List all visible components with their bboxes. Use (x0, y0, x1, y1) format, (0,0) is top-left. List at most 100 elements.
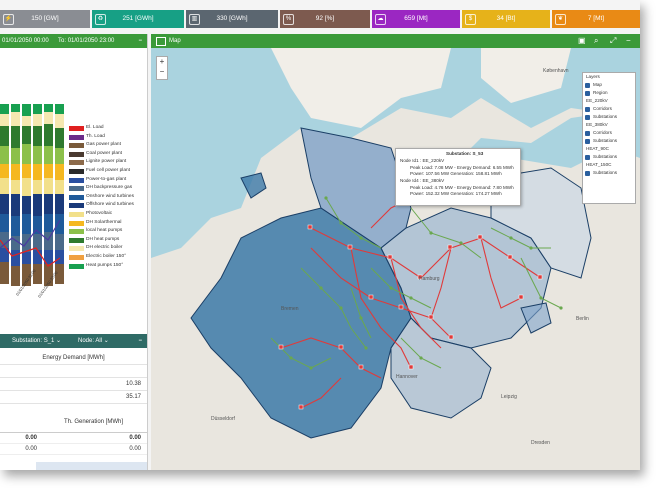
image-icon[interactable]: ▣ (578, 34, 586, 48)
chevron-down-icon[interactable]: ⌄ (56, 338, 61, 344)
layer-group: EE_220kV (586, 98, 608, 103)
kpi-tile[interactable]: ☁ 659 [Mt] (372, 10, 460, 28)
bar-segment (33, 234, 42, 250)
legend-item[interactable]: DH Solarthermal (68, 219, 146, 228)
bar-segment (55, 104, 64, 114)
map-icon (156, 37, 166, 46)
kpi-value: 330 [GWh] (216, 15, 248, 22)
bar-segment (22, 116, 31, 126)
bar-segment (0, 146, 9, 164)
collapse-button[interactable]: − (138, 34, 142, 48)
layer-checkbox[interactable]: Map (583, 81, 635, 89)
legend-item[interactable]: Onshore wind turbines (68, 193, 146, 202)
zoom-in-button[interactable]: + (157, 57, 167, 67)
legend-item[interactable]: El. Load (68, 124, 146, 133)
legend-label: Onshore wind turbines (86, 193, 134, 199)
tooltip-line: Power: 152.32 MW Generation: 174.27 MWh (410, 191, 502, 196)
node-select[interactable]: Node: All (78, 338, 102, 344)
layer-checkbox[interactable]: Substations (583, 169, 635, 177)
legend-item[interactable]: Heat pumps 150° (68, 262, 146, 271)
to-label: To: (58, 38, 67, 44)
legend-item[interactable]: Electric boiler 150° (68, 253, 146, 262)
kpi-tile[interactable]: % 92 [%] (280, 10, 370, 28)
kpi-tile[interactable]: $34 [Bt] (462, 10, 550, 28)
legend-item[interactable]: local heat pumps (68, 227, 146, 236)
legend-item[interactable]: Fuel cell power plant (68, 167, 146, 176)
bar-segment (33, 180, 42, 194)
bar-segment (33, 250, 42, 264)
legend-swatch (69, 168, 84, 174)
recycle-icon: ♻ (95, 14, 106, 25)
percent-icon: % (283, 14, 294, 25)
kpi-value: 34 [Bt] (496, 15, 516, 22)
legend-item[interactable]: Power-to-gas plant (68, 176, 146, 185)
bar-segment (22, 252, 31, 264)
legend-label: DH Solarthermal (86, 219, 122, 225)
layer-checkbox[interactable]: Substations (583, 153, 635, 161)
legend-label: Gas power plant (86, 142, 121, 148)
energy-demand-table: Energy Demand [MWh] 10.38 35.17 (0, 352, 147, 404)
bar-segment (33, 114, 42, 126)
legend-swatch (69, 177, 84, 183)
collapse-button[interactable]: − (626, 34, 631, 48)
legend-item[interactable]: Lignite power plant (68, 158, 146, 167)
stacked-bar-chart: 01/01/2050 22:00 01/01/2050 23:00 (0, 104, 64, 299)
expand-icon[interactable]: ⤢ (610, 34, 616, 48)
bar-segment (44, 146, 53, 164)
bar-segment (55, 214, 64, 234)
legend-item[interactable]: Coal power plant (68, 150, 146, 159)
layers-panel: Layers Map Region EE_220kV Corridors Substat… (582, 72, 636, 204)
kpi-tile[interactable]: ▥ 330 [GWh] (186, 10, 278, 28)
tooltip-node: Node Id4 : EE_380kV (400, 178, 445, 183)
bar-segment (55, 234, 64, 250)
kpi-value: 150 [GW] (31, 15, 59, 22)
layer-checkbox[interactable]: Substations (583, 137, 635, 145)
bar-segment (55, 164, 64, 180)
legend-item[interactable]: Gas power plant (68, 141, 146, 150)
chart-legend: El. Load Th. Load Gas power plant Coal powe… (68, 124, 146, 270)
legend-item[interactable]: Offshore wind turbines (68, 201, 146, 210)
layer-group: EE_380kV (586, 122, 608, 127)
legend-item[interactable]: DH heat pumps (68, 236, 146, 245)
map-canvas[interactable]: København Bremen Hamburg Düsseldorf Berl… (151, 48, 640, 470)
collapse-button[interactable]: − (138, 334, 142, 348)
bar-segment (33, 194, 42, 216)
layer-checkbox[interactable]: Corridors (583, 105, 635, 113)
legend-item[interactable]: Photovoltaic (68, 210, 146, 219)
legend-item[interactable]: Th. Load (68, 133, 146, 142)
bar-segment (55, 128, 64, 148)
legend-label: Power-to-gas plant (86, 176, 127, 182)
legend-item[interactable]: DH backpressure gas (68, 184, 146, 193)
kpi-tile[interactable]: ❦ 7 [Mt] (552, 10, 640, 28)
bar-segment (0, 104, 9, 114)
layer-checkbox[interactable]: Region (583, 89, 635, 97)
layer-checkbox[interactable]: Substations (583, 113, 635, 121)
energy-value: 35.17 (125, 394, 141, 400)
leaf-icon: ❦ (555, 14, 566, 25)
substation-select[interactable]: Substation: S_1 (12, 338, 54, 344)
zoom-out-button[interactable]: − (157, 67, 167, 77)
tooltip-node: Node Id1 : EE_220kV (400, 158, 445, 163)
legend-swatch (69, 203, 84, 209)
kpi-value: 251 [GWh] (122, 15, 154, 22)
kpi-value: 659 [Mt] (404, 15, 428, 22)
layer-checkbox[interactable]: Corridors (583, 129, 635, 137)
bar-segment (11, 216, 20, 236)
legend-swatch (69, 229, 84, 235)
legend-label: Photovoltaic (86, 210, 113, 216)
search-icon[interactable]: ⌕ (594, 34, 598, 48)
place-label: København (543, 68, 569, 74)
from-date[interactable]: 01/01/2050 00:00 (2, 34, 49, 48)
th-generation-header: Th. Generation [MWh] (0, 412, 147, 433)
kpi-tile[interactable]: ⚡ 150 [GW] (0, 10, 90, 28)
place-label: Bremen (281, 306, 299, 312)
factory-icon: ▥ (189, 14, 200, 25)
chevron-down-icon[interactable]: ⌄ (104, 338, 109, 344)
tooltip-line: Power: 107.56 MW Generation: 158.81 MWh (410, 171, 502, 176)
bar-segment (0, 214, 9, 232)
kpi-tile[interactable]: ♻ 251 [GWh] (92, 10, 184, 28)
legend-label: Electric boiler 150° (86, 253, 127, 259)
legend-swatch (69, 246, 84, 252)
to-date[interactable]: 01/01/2050 23:00 (68, 38, 115, 44)
legend-item[interactable]: DH electric boiler (68, 244, 146, 253)
